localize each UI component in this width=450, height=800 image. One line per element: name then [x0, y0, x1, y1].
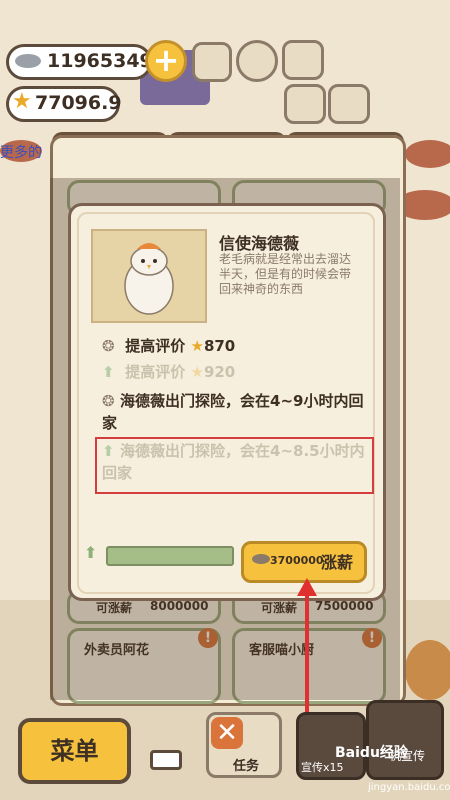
- raise-cost: 3700000: [270, 554, 324, 567]
- fish-currency-pill: 11965349: [6, 44, 153, 80]
- rating-value: 870: [203, 337, 236, 355]
- watermark-brand: Baidu经验: [335, 745, 408, 761]
- book-icon[interactable]: [282, 40, 324, 80]
- paw-icon: ❂: [102, 337, 115, 355]
- star-currency-value: 77096.9: [35, 92, 122, 114]
- auto-promo-button[interactable]: 机宣传: [366, 700, 444, 780]
- mushroom-decoration: [405, 140, 450, 168]
- task-label: 任务: [233, 759, 260, 774]
- star-icon: ★: [12, 89, 32, 114]
- up-arrow-icon: ⬆: [84, 543, 98, 562]
- fish-currency-value: 11965349: [47, 50, 153, 72]
- raise-salary-button[interactable]: 3700000 涨薪: [241, 541, 367, 583]
- up-arrow-icon: ⬆: [102, 363, 115, 381]
- upgrade-progress-bar: [106, 546, 234, 566]
- fish-icon: [15, 54, 41, 68]
- star-currency-pill: ★ 77096.9: [6, 86, 122, 122]
- rating-label: 提高评价: [125, 363, 186, 381]
- rating-value: 920: [203, 363, 236, 381]
- owl-icon: [124, 243, 174, 315]
- star-icon: ★: [190, 337, 204, 355]
- more-link[interactable]: 更多的: [0, 142, 42, 162]
- task-button[interactable]: ✕ 任务: [206, 712, 282, 778]
- leaderboard-icon[interactable]: [192, 42, 232, 82]
- employee-name: 信使海德薇: [219, 234, 300, 253]
- raise-label: 涨薪: [321, 553, 354, 572]
- paw-icon: ❂: [102, 392, 115, 410]
- gear-icon[interactable]: [236, 40, 278, 82]
- watermark-url: jingyan.baidu.com: [368, 782, 450, 793]
- star-icon: ★: [190, 363, 204, 381]
- menu-button[interactable]: 菜单: [18, 718, 131, 784]
- employee-portrait: [91, 229, 207, 323]
- skill-text: 海德薇出门探险，会在4~9小时内回家: [102, 392, 364, 432]
- highlight-box: [95, 437, 374, 494]
- newspaper-icon[interactable]: [284, 84, 326, 124]
- close-icon: ✕: [211, 717, 243, 749]
- gamepad-icon[interactable]: [328, 84, 370, 124]
- add-currency-button[interactable]: +: [145, 40, 187, 82]
- current-rating-row: ❂ 提高评价 ★870: [102, 335, 235, 356]
- chevron-down-icon[interactable]: [150, 750, 182, 770]
- current-skill-row: ❂ 海德薇出门探险，会在4~9小时内回家: [102, 390, 372, 434]
- employee-description: 老毛病就是经常出去溜达半天，但是有的时候会带回来神奇的东西: [219, 252, 352, 296]
- rating-label: 提高评价: [125, 337, 186, 355]
- fish-icon: [252, 554, 270, 564]
- next-rating-row: ⬆ 提高评价 ★920: [102, 361, 235, 382]
- shop-decoration: [405, 640, 450, 700]
- red-arrow: [305, 588, 309, 728]
